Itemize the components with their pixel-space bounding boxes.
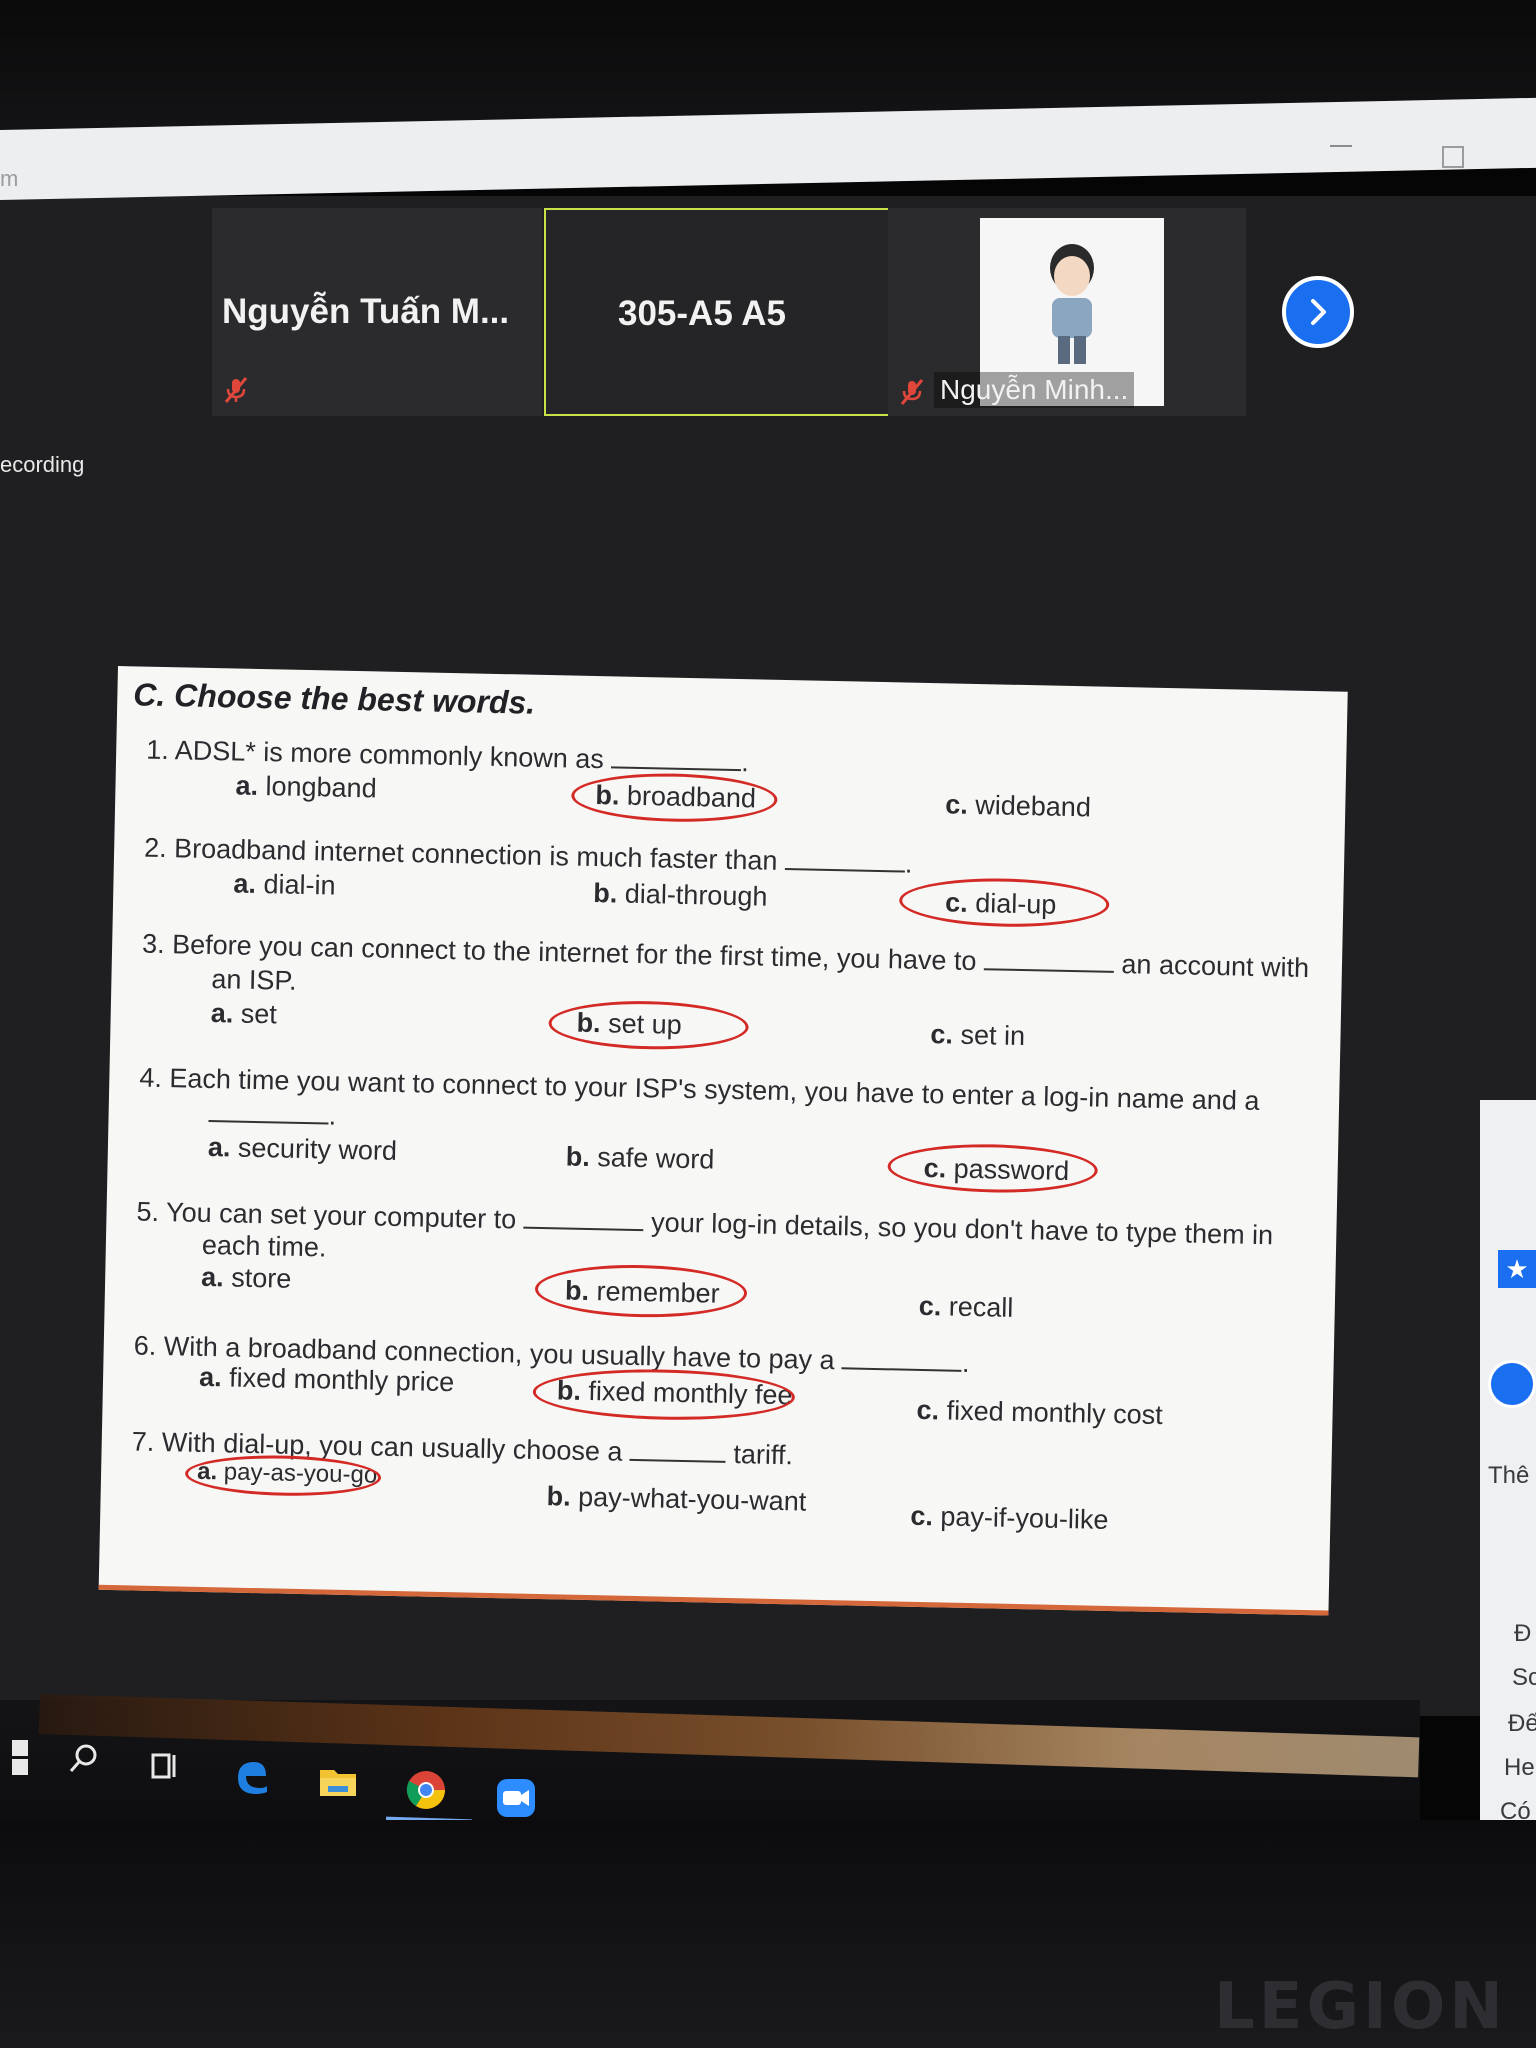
option-letter: a. (207, 1131, 231, 1163)
option-letter: c. (918, 1290, 942, 1322)
answer-blank (523, 1226, 644, 1232)
stem-text: an account with (1121, 949, 1310, 984)
option-b[interactable]: b. dial-through (593, 878, 768, 913)
option-letter: c. (916, 1394, 940, 1426)
windows-start-icon[interactable] (0, 1736, 44, 1780)
side-label[interactable]: Đ (1514, 1620, 1531, 1648)
participant-tile-1[interactable]: Nguyễn Tuấn M... (212, 208, 542, 416)
option-text: fixed monthly cost (946, 1395, 1163, 1431)
side-label: Thê (1488, 1462, 1530, 1489)
side-label[interactable]: Đế (1508, 1710, 1536, 1738)
option-text: longband (265, 771, 377, 804)
option-letter: b. (593, 878, 618, 909)
option-letter: a. (233, 868, 257, 899)
stem-text: . (961, 1347, 970, 1378)
stem-text: your log-in details, so you don't have t… (650, 1207, 1274, 1251)
participant-name: Nguyễn Tuấn M... (222, 292, 510, 331)
option-b[interactable]: b. pay-what-you-want (546, 1481, 806, 1517)
stem-text: . (328, 1100, 337, 1131)
option-letter: a. (210, 998, 234, 1029)
option-letter: c. (944, 789, 969, 820)
next-page-button[interactable] (1282, 276, 1354, 348)
chrome-icon[interactable] (404, 1768, 448, 1812)
shared-worksheet: C. Choose the best words. 1. ADSL* is mo… (98, 666, 1348, 1616)
option-text: set in (960, 1019, 1026, 1052)
zoom-icon[interactable] (494, 1776, 538, 1820)
participant-name: 305-A5 A5 (618, 294, 786, 333)
mic-muted-icon (900, 379, 924, 405)
question-3-stem: 3. Before you can connect to the interne… (142, 929, 1310, 984)
search-icon[interactable] (62, 1736, 106, 1780)
window-title: m (0, 166, 19, 191)
option-a[interactable]: a. store (201, 1262, 292, 1295)
option-letter: a. (235, 770, 259, 801)
question-4-stem-line2: . (208, 1098, 336, 1132)
option-text: store (230, 1262, 292, 1294)
option-c[interactable]: c. fixed monthly cost (916, 1395, 1163, 1431)
option-text: fixed monthly price (228, 1362, 455, 1398)
participant-name: Nguyễn Minh... (934, 372, 1135, 408)
side-label[interactable]: He (1504, 1754, 1535, 1782)
option-letter: c. (930, 1019, 954, 1050)
answer-circle (887, 1142, 1099, 1195)
globe-icon[interactable] (1488, 1360, 1536, 1408)
option-text: pay-what-you-want (577, 1481, 807, 1517)
option-c[interactable]: c. recall (918, 1291, 1013, 1324)
stem-text: 5. You can set your computer to (136, 1196, 517, 1235)
option-text: dial-in (263, 869, 336, 901)
option-letter: a. (198, 1361, 222, 1393)
recording-indicator: ecording (0, 452, 85, 477)
option-c[interactable]: c. pay-if-you-like (910, 1501, 1109, 1536)
option-letter: c. (910, 1500, 934, 1532)
stem-text: tariff. (733, 1439, 794, 1471)
stem-text: . (741, 747, 750, 778)
question-3-stem-line2: an ISP. (211, 964, 297, 996)
answer-blank (784, 868, 905, 873)
answer-blank (611, 766, 742, 772)
option-c[interactable]: c. set in (930, 1019, 1025, 1052)
side-label[interactable]: Sc (1512, 1664, 1536, 1692)
stem-text: 1. ADSL* is more commonly known as (145, 734, 605, 775)
answer-circle (534, 1262, 748, 1320)
option-a[interactable]: a. dial-in (233, 868, 336, 901)
edge-icon[interactable] (230, 1754, 274, 1798)
option-text: safe word (597, 1142, 715, 1175)
option-a[interactable]: a. security word (208, 1132, 398, 1167)
option-letter: a. (200, 1261, 225, 1293)
task-view-icon[interactable] (144, 1744, 188, 1788)
brand-logo: LEGION (1214, 1970, 1507, 2044)
minimize-button[interactable] (1330, 145, 1352, 147)
answer-circle (532, 1366, 796, 1423)
option-text: set (240, 998, 278, 1030)
option-text: dial-through (624, 878, 768, 912)
worksheet-title: C. Choose the best words. (133, 676, 536, 721)
answer-circle (548, 999, 750, 1052)
chevron-right-icon (1311, 299, 1326, 325)
star-icon[interactable]: ★ (1498, 1250, 1536, 1288)
option-text: wideband (975, 789, 1092, 823)
maximize-button[interactable] (1442, 146, 1464, 168)
option-a[interactable]: a. longband (235, 770, 377, 804)
option-text: pay-if-you-like (940, 1501, 1109, 1535)
answer-circle (570, 771, 778, 824)
option-c[interactable]: c. wideband (945, 789, 1091, 823)
option-a[interactable]: a. set (210, 998, 277, 1030)
option-text: security word (237, 1132, 398, 1166)
option-letter: b. (546, 1481, 572, 1512)
answer-circle (898, 876, 1110, 929)
answer-blank (629, 1458, 726, 1463)
stem-text: . (904, 848, 913, 879)
file-explorer-icon[interactable] (316, 1760, 360, 1804)
answer-blank (208, 1119, 329, 1125)
answer-blank (983, 968, 1114, 973)
participant-tile-active-speaker[interactable]: 305-A5 A5 (544, 208, 890, 416)
answer-blank (841, 1367, 962, 1372)
option-a[interactable]: a. fixed monthly price (199, 1362, 455, 1398)
option-b[interactable]: b. safe word (565, 1141, 715, 1175)
mic-muted-icon (224, 377, 248, 403)
option-letter: b. (565, 1141, 591, 1172)
question-5-stem-line2: each time. (201, 1229, 327, 1263)
option-text: recall (948, 1291, 1014, 1323)
